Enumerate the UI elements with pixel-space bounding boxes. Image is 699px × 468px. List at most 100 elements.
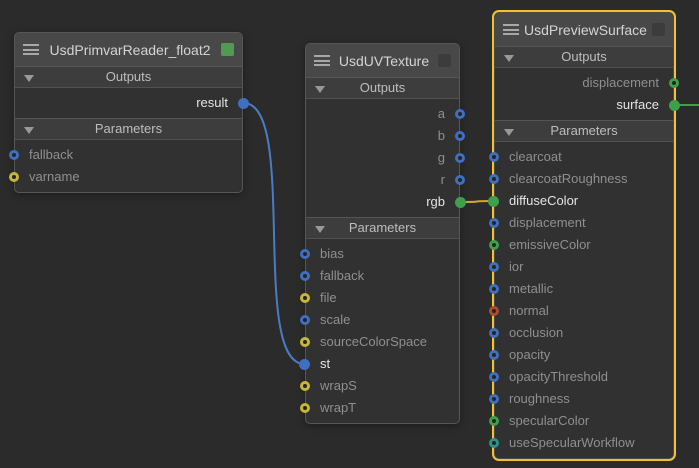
- node-usdprimvarreader-float2[interactable]: UsdPrimvarReader_float2 Outputs result P…: [14, 32, 243, 193]
- port-row-roughness: roughness: [495, 388, 673, 410]
- node-header[interactable]: UsdUVTexture: [306, 44, 459, 77]
- port-label-roughness: roughness: [495, 391, 570, 406]
- fallback-port[interactable]: [9, 150, 19, 160]
- outputs-section-header[interactable]: Outputs: [15, 66, 242, 88]
- specularColor-port[interactable]: [489, 416, 499, 426]
- clearcoatRoughness-port[interactable]: [489, 174, 499, 184]
- node-title: UsdPreviewSurface: [519, 22, 652, 38]
- collapse-arrow-icon[interactable]: [24, 75, 34, 82]
- sourceColorSpace-port[interactable]: [300, 337, 310, 347]
- port-row-opacity: opacity: [495, 344, 673, 366]
- port-label-file: file: [306, 290, 337, 305]
- outputs-section-header[interactable]: Outputs: [306, 77, 459, 99]
- node-title: UsdPrimvarReader_float2: [39, 42, 221, 58]
- collapse-arrow-icon[interactable]: [315, 86, 325, 93]
- menu-icon[interactable]: [503, 24, 519, 35]
- port-row-b: b: [306, 125, 459, 147]
- wrapS-port[interactable]: [300, 381, 310, 391]
- collapse-arrow-icon[interactable]: [504, 129, 514, 136]
- node-header[interactable]: UsdPrimvarReader_float2: [15, 33, 242, 66]
- port-row-specularColor: specularColor: [495, 410, 673, 432]
- displacement-port[interactable]: [669, 78, 679, 88]
- port-row-rgb: rgb: [306, 191, 459, 213]
- wrapT-port[interactable]: [300, 403, 310, 413]
- port-label-result: result: [196, 95, 242, 110]
- port-row-opacityThreshold: opacityThreshold: [495, 366, 673, 388]
- g-port[interactable]: [455, 153, 465, 163]
- collapse-arrow-icon[interactable]: [24, 127, 34, 134]
- node-usduvtexture[interactable]: UsdUVTexture Outputs abgrrgb Parameters …: [305, 43, 460, 424]
- port-row-st: st: [306, 353, 459, 375]
- connection-wire[interactable]: [244, 103, 305, 364]
- port-label-fallback: fallback: [15, 147, 73, 162]
- parameters-section-header[interactable]: Parameters: [306, 217, 459, 239]
- clearcoat-port[interactable]: [489, 152, 499, 162]
- menu-icon[interactable]: [314, 55, 330, 66]
- rgb-port[interactable]: [455, 197, 466, 208]
- port-label-opacity: opacity: [495, 347, 550, 362]
- file-port[interactable]: [300, 293, 310, 303]
- port-label-wrapS: wrapS: [306, 378, 357, 393]
- port-row-displacement: displacement: [495, 212, 673, 234]
- menu-icon[interactable]: [23, 44, 39, 55]
- port-label-opacityThreshold: opacityThreshold: [495, 369, 608, 384]
- normal-port[interactable]: [489, 306, 499, 316]
- port-label-clearcoat: clearcoat: [495, 149, 562, 164]
- port-label-bias: bias: [306, 246, 344, 261]
- port-label-specularColor: specularColor: [495, 413, 589, 428]
- bias-port[interactable]: [300, 249, 310, 259]
- node-graph-canvas[interactable]: UsdPrimvarReader_float2 Outputs result P…: [0, 0, 699, 468]
- port-row-result: result: [15, 92, 242, 114]
- port-label-metallic: metallic: [495, 281, 553, 296]
- b-port[interactable]: [455, 131, 465, 141]
- port-label-ior: ior: [495, 259, 523, 274]
- diffuseColor-port[interactable]: [488, 196, 499, 207]
- ior-port[interactable]: [489, 262, 499, 272]
- st-port[interactable]: [299, 359, 310, 370]
- port-row-varname: varname: [15, 166, 242, 188]
- displacement-port[interactable]: [489, 218, 499, 228]
- roughness-port[interactable]: [489, 394, 499, 404]
- port-label-displacement: displacement: [582, 75, 673, 90]
- port-row-normal: normal: [495, 300, 673, 322]
- port-row-clearcoatRoughness: clearcoatRoughness: [495, 168, 673, 190]
- port-row-clearcoat: clearcoat: [495, 146, 673, 168]
- node-header[interactable]: UsdPreviewSurface: [495, 13, 673, 46]
- port-row-g: g: [306, 147, 459, 169]
- r-port[interactable]: [455, 175, 465, 185]
- opacity-port[interactable]: [489, 350, 499, 360]
- collapse-arrow-icon[interactable]: [315, 226, 325, 233]
- scale-port[interactable]: [300, 315, 310, 325]
- port-row-fallback: fallback: [306, 265, 459, 287]
- port-row-bias: bias: [306, 243, 459, 265]
- status-square[interactable]: [221, 43, 234, 56]
- port-row-emissiveColor: emissiveColor: [495, 234, 673, 256]
- parameters-section-header[interactable]: Parameters: [495, 120, 673, 142]
- port-row-a: a: [306, 103, 459, 125]
- port-label-varname: varname: [15, 169, 80, 184]
- fallback-port[interactable]: [300, 271, 310, 281]
- occlusion-port[interactable]: [489, 328, 499, 338]
- a-port[interactable]: [455, 109, 465, 119]
- metallic-port[interactable]: [489, 284, 499, 294]
- parameters-section-label: Parameters: [349, 220, 416, 235]
- surface-port[interactable]: [669, 100, 680, 111]
- parameters-section-label: Parameters: [550, 123, 617, 138]
- status-square[interactable]: [438, 54, 451, 67]
- varname-port[interactable]: [9, 172, 19, 182]
- opacityThreshold-port[interactable]: [489, 372, 499, 382]
- port-row-surface: surface: [495, 94, 673, 116]
- port-row-occlusion: occlusion: [495, 322, 673, 344]
- status-square[interactable]: [652, 23, 665, 36]
- port-row-wrapS: wrapS: [306, 375, 459, 397]
- emissiveColor-port[interactable]: [489, 240, 499, 250]
- parameters-section-header[interactable]: Parameters: [15, 118, 242, 140]
- node-usdpreviewsurface[interactable]: UsdPreviewSurface Outputs displacement su…: [494, 12, 674, 459]
- outputs-section-header[interactable]: Outputs: [495, 46, 673, 68]
- parameters-rows: clearcoatclearcoatRoughnessdiffuseColord…: [495, 142, 673, 458]
- port-row-metallic: metallic: [495, 278, 673, 300]
- port-label-surface: surface: [616, 97, 673, 112]
- result-port[interactable]: [238, 98, 249, 109]
- useSpecularWorkflow-port[interactable]: [489, 438, 499, 448]
- collapse-arrow-icon[interactable]: [504, 55, 514, 62]
